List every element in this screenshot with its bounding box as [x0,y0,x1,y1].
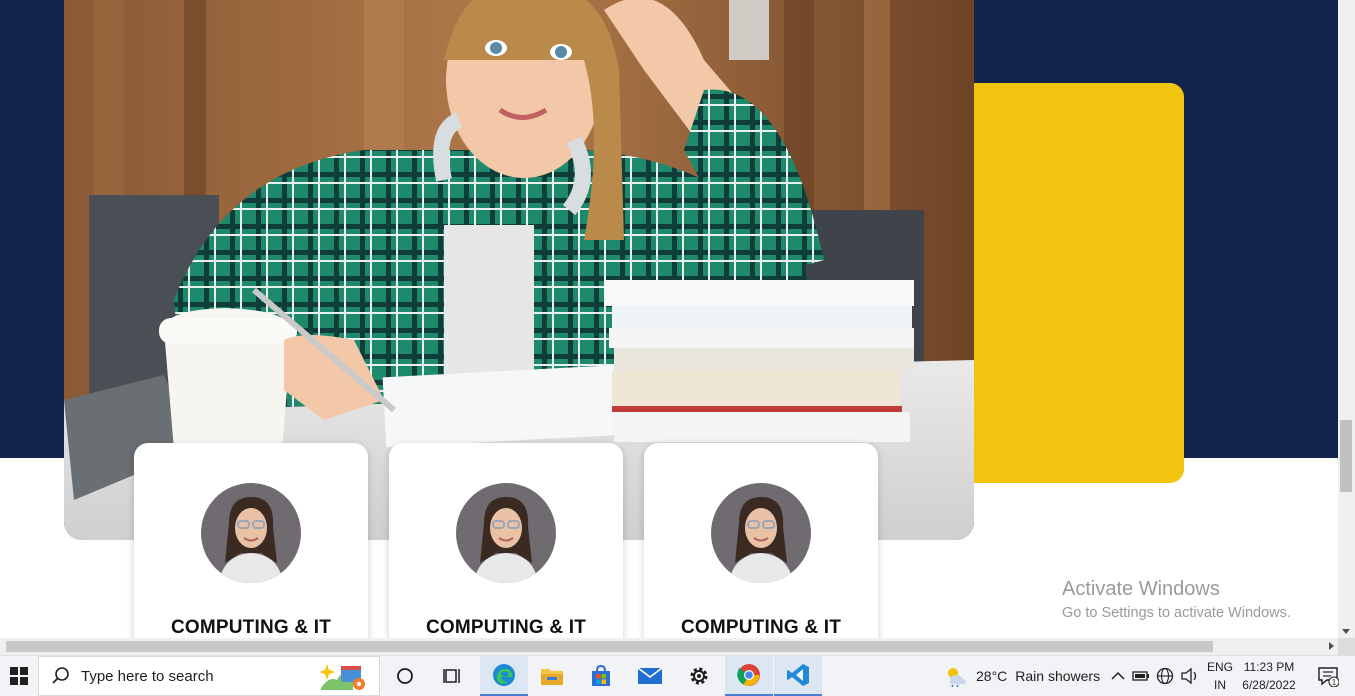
search-icon [52,667,69,684]
search-placeholder: Type here to search [81,667,214,685]
windows-logo-icon [10,667,28,685]
language-code: ENG [1206,660,1233,674]
clock-time: 11:23 PM [1243,660,1295,674]
task-view-icon [443,669,460,683]
weather-temp: 28°C [976,668,1008,684]
avatar [711,483,811,583]
course-card[interactable]: COMPUTING & IT [134,443,368,663]
battery-tray[interactable] [1130,656,1152,696]
network-globe-icon [1156,667,1174,685]
language-indicator[interactable]: ENG IN [1206,658,1234,694]
avatar [201,483,301,583]
vscode-icon [787,664,809,686]
scrollbar-corner [1338,638,1355,655]
activate-windows-watermark: Activate Windows Go to Settings to activ… [1062,578,1291,621]
cortana-icon [397,668,413,684]
edge-icon [493,664,515,686]
battery-icon [1132,671,1149,681]
course-card[interactable]: COMPUTING & IT [644,443,878,663]
notification-icon: 1 [1318,667,1339,687]
horizontal-scroll-thumb[interactable] [6,641,1213,652]
volume-tray[interactable] [1178,656,1202,696]
weather-condition: Rain showers [1015,668,1101,684]
task-view-button[interactable] [429,656,477,696]
vertical-scrollbar[interactable] [1338,0,1355,638]
taskbar-app-store[interactable] [577,656,625,696]
notification-count: 1 [1332,678,1337,687]
file-explorer-icon [541,669,563,685]
start-button[interactable] [0,656,38,696]
scroll-down-arrow-icon[interactable] [1342,629,1350,634]
card-title: COMPUTING & IT [680,617,842,638]
watermark-subtitle: Go to Settings to activate Windows. [1062,605,1291,621]
taskbar-clock[interactable]: 11:23 PM 6/28/2022 [1238,658,1300,694]
weather-rain-icon [948,668,966,687]
chrome-icon [737,664,760,686]
store-icon [592,664,610,686]
taskbar-app-mail[interactable] [626,656,674,696]
avatar [456,483,556,583]
taskbar-search-box[interactable]: Type here to search [38,656,380,696]
cortana-button[interactable] [381,656,429,696]
search-highlight-icon [319,664,365,690]
card-title: COMPUTING & IT [425,617,587,638]
weather-widget[interactable]: 28°C Rain showers [944,656,1104,696]
mail-icon [637,667,663,684]
language-region: IN [1214,678,1226,692]
network-tray[interactable] [1154,656,1176,696]
windows-taskbar: Type here to search 28°C Rain showers EN… [0,655,1355,696]
taskbar-app-file-explorer[interactable] [528,656,576,696]
horizontal-scrollbar[interactable] [0,638,1338,655]
notification-center-button[interactable]: 1 [1308,656,1348,696]
settings-icon [690,667,708,685]
watermark-title: Activate Windows [1062,578,1220,600]
taskbar-app-vscode[interactable] [774,656,822,696]
show-hidden-icons-button[interactable] [1108,656,1128,696]
vertical-scroll-thumb[interactable] [1340,420,1352,492]
taskbar-app-settings[interactable] [675,656,723,696]
scroll-right-arrow-icon[interactable] [1329,642,1334,650]
clock-date: 6/28/2022 [1242,678,1296,692]
taskbar-app-chrome[interactable] [725,656,773,696]
taskbar-app-edge[interactable] [480,656,528,696]
speaker-icon [1181,668,1197,684]
card-title: COMPUTING & IT [170,617,332,638]
course-card[interactable]: COMPUTING & IT [389,443,623,663]
yellow-accent-block [940,83,1184,483]
chevron-up-icon [1111,671,1125,680]
